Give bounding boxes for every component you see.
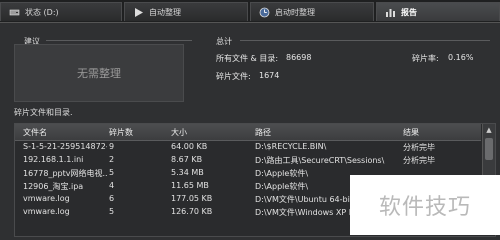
cell-fragments: 4 (109, 181, 115, 190)
summary-title: 总计 (216, 37, 232, 46)
col-filename[interactable]: 文件名 (23, 127, 47, 138)
fragmented-files-label: 碎片文件: (216, 72, 251, 81)
cell-size: 126.70 KB (171, 207, 213, 216)
col-path[interactable]: 路径 (255, 127, 271, 138)
tab-status[interactable]: 状态 (D:) (0, 2, 122, 21)
play-icon (133, 7, 144, 18)
cell-size: 64.00 KB (171, 142, 208, 151)
cell-size: 177.05 KB (171, 194, 213, 203)
cell-filename: vmware.log (23, 207, 70, 216)
files-dirs-value: 86698 (286, 53, 312, 62)
report-icon (385, 7, 396, 18)
table-row[interactable]: S-1-5-21-259514872-... 9 64.00 KB D:\$RE… (15, 141, 481, 154)
tab-report[interactable]: 报告 (376, 2, 500, 21)
table-header: 文件名 碎片数 大小 路径 结果 (15, 124, 481, 141)
suggestion-divider (46, 40, 192, 41)
fragment-list-title: 碎片文件和目录. (14, 108, 73, 117)
scroll-up-icon[interactable]: ▲ (485, 126, 493, 134)
scrollbar-thumb[interactable] (485, 138, 493, 160)
cell-filename: 12906_淘宝.ipa (23, 182, 84, 191)
fragmentation-label: 碎片率: (412, 54, 439, 63)
cell-size: 5.34 MB (171, 168, 204, 177)
fragmented-files-value: 1674 (259, 71, 280, 80)
cell-size: 8.67 KB (171, 155, 203, 164)
cell-fragments: 5 (109, 207, 115, 216)
cell-size: 11.65 MB (171, 181, 209, 190)
cell-filename: 192.168.1.1.ini (23, 155, 84, 164)
files-dirs-label: 所有文件 & 目录: (216, 54, 279, 63)
cell-fragments: 6 (109, 194, 115, 203)
fragmentation-value: 0.16% (448, 53, 474, 62)
tab-auto-defrag-label: 自动整理 (149, 7, 181, 17)
cell-path: D:\路由工具\SecureCRT\Sessions\ (255, 156, 385, 165)
cell-fragments: 2 (109, 155, 115, 164)
cell-filename: vmware.log (23, 194, 70, 203)
disk-icon (9, 7, 20, 18)
tab-bar: 状态 (D:) 自动整理 启动时整理 报告 (0, 0, 500, 23)
cell-filename: 16778_pptv网络电视... (23, 169, 107, 178)
table-row[interactable]: 192.168.1.1.ini 2 8.67 KB D:\路由工具\Secure… (15, 154, 481, 167)
suggestion-box: 无需整理 (14, 44, 184, 102)
tab-report-label: 报告 (401, 7, 417, 17)
tab-boot-defrag[interactable]: 启动时整理 (250, 2, 374, 21)
tab-status-label: 状态 (D:) (25, 7, 59, 17)
cell-fragments: 5 (109, 168, 115, 177)
cell-filename: S-1-5-21-259514872-... (23, 142, 107, 151)
cell-path: D:\$RECYCLE.BIN\ (255, 142, 327, 151)
clock-icon (259, 7, 270, 18)
cell-fragments: 9 (109, 142, 115, 151)
cell-result: 分析完毕 (403, 156, 435, 165)
tab-boot-defrag-label: 启动时整理 (275, 7, 315, 17)
col-size[interactable]: 大小 (171, 127, 187, 138)
summary-divider (240, 40, 490, 41)
suggestion-text: 无需整理 (77, 67, 121, 80)
cell-result: 分析完毕 (403, 143, 435, 152)
watermark-text: 软件技巧 (378, 195, 471, 220)
tab-auto-defrag[interactable]: 自动整理 (124, 2, 248, 21)
watermark: 软件技巧 (350, 175, 500, 235)
col-fragments[interactable]: 碎片数 (109, 127, 133, 138)
col-result[interactable]: 结果 (403, 127, 419, 138)
